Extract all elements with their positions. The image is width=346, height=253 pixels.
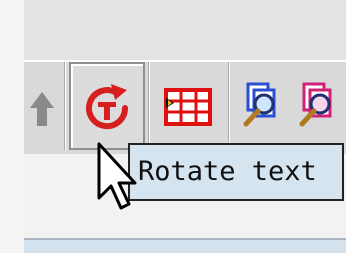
table-icon [164, 88, 212, 126]
up-arrow-icon [30, 92, 54, 126]
up-arrow-button[interactable] [0, 62, 62, 150]
content-area-edge [24, 238, 346, 253]
toolbar-separator [148, 62, 150, 150]
find-in-document-button[interactable] [290, 62, 346, 150]
title-strip [24, 0, 346, 62]
document-search-pink-icon [299, 82, 332, 127]
tooltip-text: Rotate text [138, 156, 317, 187]
toolbar [24, 62, 346, 154]
mouse-pointer-icon [97, 142, 137, 210]
tooltip: Rotate text [128, 143, 344, 201]
table-button[interactable] [152, 62, 230, 150]
rotate-text-icon [86, 84, 129, 130]
screen: Rotate text [0, 0, 346, 253]
toolbar-separator [64, 62, 66, 150]
document-search-blue-icon [243, 82, 276, 127]
toolbar-separator [228, 62, 230, 150]
rotate-text-button[interactable] [69, 62, 145, 150]
find-document-button[interactable] [234, 62, 290, 150]
